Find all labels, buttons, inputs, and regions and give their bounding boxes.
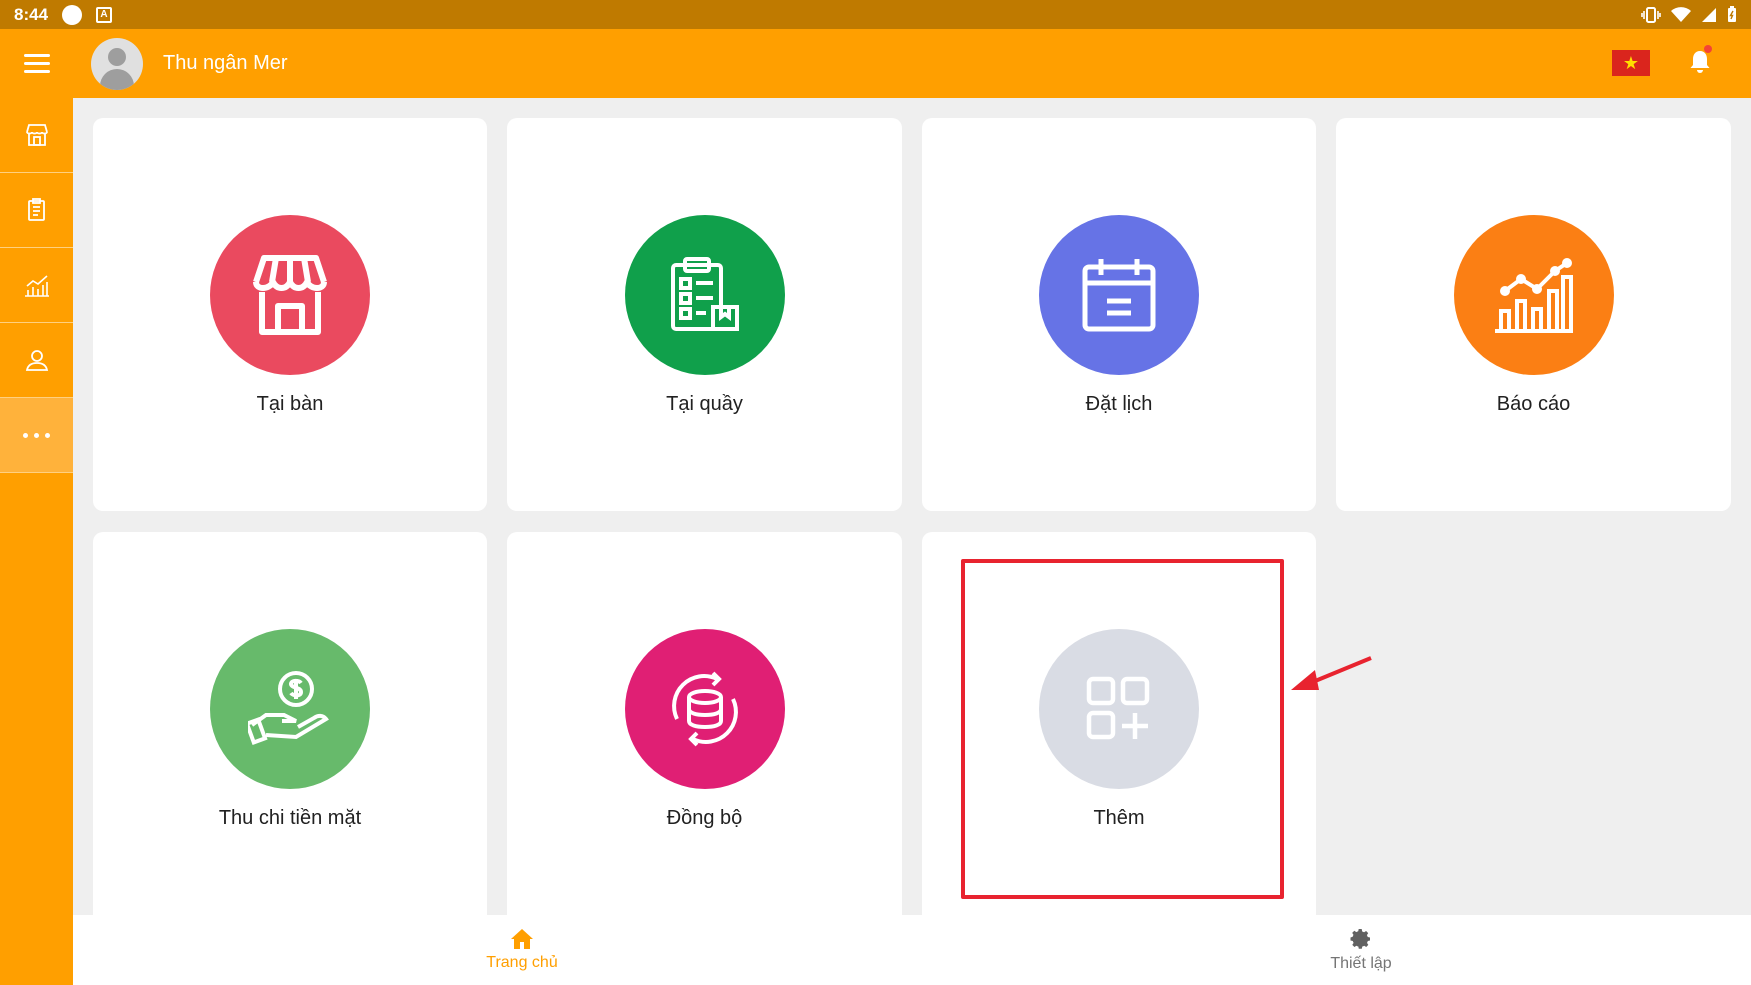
- status-notification-icon: A: [96, 6, 113, 23]
- signal-icon: [1702, 7, 1716, 22]
- flag-star: ★: [1622, 53, 1640, 73]
- tile-icon-circle: [624, 215, 785, 375]
- vietnam-flag-icon[interactable]: ★: [1612, 50, 1650, 76]
- chart-icon: [24, 275, 49, 297]
- home-icon: [511, 929, 533, 949]
- annotation-arrow-icon: [1291, 656, 1372, 690]
- sidebar-item-user[interactable]: [0, 323, 73, 398]
- clipboard-icon: [27, 198, 45, 221]
- tile-icon-circle: [210, 629, 370, 789]
- menu-icon[interactable]: [0, 29, 73, 98]
- status-icons: [1641, 6, 1737, 23]
- sidebar-item-table[interactable]: [0, 98, 73, 173]
- nav-settings[interactable]: Thiết lập: [1291, 915, 1431, 985]
- tile-dong-bo[interactable]: Đồng bộ: [507, 532, 902, 915]
- tile-icon-circle: [624, 629, 785, 789]
- bell-icon[interactable]: [1686, 45, 1714, 77]
- tile-tai-quay[interactable]: Tại quầy: [507, 118, 902, 511]
- tile-label: Thu chi tiền mặt: [218, 807, 362, 829]
- tile-tai-ban[interactable]: Tại bàn: [93, 118, 487, 511]
- store-icon: [253, 255, 327, 335]
- tile-dat-lich[interactable]: Đặt lịch: [922, 118, 1316, 511]
- sync-database-icon: [671, 671, 738, 747]
- battery-icon: [1728, 6, 1736, 22]
- user-icon: [25, 350, 48, 371]
- bottom-navigation: Trang chủ Thiết lập: [73, 915, 1751, 985]
- tile-thu-chi-tien-mat[interactable]: Thu chi tiền mặt: [93, 532, 487, 915]
- nav-home-label: Trang chủ: [486, 954, 558, 971]
- tile-label: Báo cáo: [1496, 393, 1571, 415]
- app-bar: Thu ngân Mer ★: [0, 29, 1751, 98]
- sidebar-item-more[interactable]: [0, 398, 73, 473]
- more-icon: [23, 432, 50, 438]
- sidebar: [0, 98, 73, 985]
- tile-icon-circle: [210, 215, 370, 375]
- avatar[interactable]: [91, 37, 143, 90]
- nav-settings-label: Thiết lập: [1330, 955, 1392, 972]
- nav-home[interactable]: Trang chủ: [452, 915, 592, 985]
- tile-label: Đặt lịch: [1085, 393, 1153, 415]
- highlight-box: [961, 559, 1284, 899]
- tile-icon-circle: [1039, 215, 1199, 375]
- tile-icon-circle: [1453, 215, 1614, 375]
- tile-bao-cao[interactable]: Báo cáo: [1336, 118, 1731, 511]
- status-bar: 8:44 A: [0, 0, 1751, 29]
- chart-icon: [1494, 258, 1573, 333]
- tile-label: Tại bàn: [256, 393, 324, 415]
- money-hand-icon: [248, 671, 329, 746]
- sidebar-item-counter[interactable]: [0, 173, 73, 248]
- username: Thu ngân Mer: [163, 52, 288, 74]
- gear-icon: [1350, 929, 1370, 949]
- notification-dot: [1704, 45, 1712, 53]
- status-time: 8:44: [14, 4, 49, 24]
- clipboard-icon: [670, 257, 739, 331]
- vibrate-icon: [1641, 6, 1661, 23]
- tile-label: Đồng bộ: [666, 807, 743, 829]
- wifi-icon: [1671, 6, 1691, 22]
- sidebar-item-report[interactable]: [0, 248, 73, 323]
- status-circle-icon: [62, 4, 83, 25]
- calendar-icon: [1082, 259, 1156, 332]
- tile-label: Tại quầy: [666, 393, 743, 415]
- store-icon: [25, 124, 48, 146]
